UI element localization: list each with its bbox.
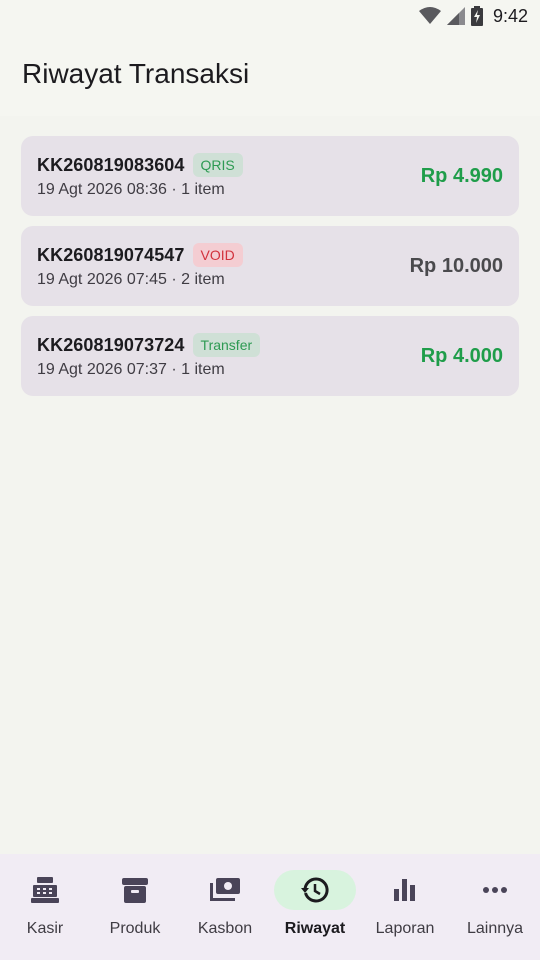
nav-label: Kasbon <box>197 920 253 937</box>
nav-icon-container <box>274 870 356 910</box>
nav-item-produk[interactable]: Produk <box>90 870 180 938</box>
archive-box-icon <box>122 878 148 903</box>
battery-charging-icon <box>470 6 483 26</box>
transaction-card[interactable]: KK260819074547 VOID 19 Agt 2026 07:45 · … <box>21 226 519 306</box>
nav-item-riwayat[interactable]: Riwayat <box>270 870 360 938</box>
app-bar: Riwayat Transaksi <box>0 32 540 116</box>
transaction-meta: 19 Agt 2026 07:37 · 1 item <box>37 361 225 378</box>
transaction-header: KK260819074547 VOID <box>37 243 243 267</box>
transaction-card[interactable]: KK260819083604 QRIS 19 Agt 2026 08:36 · … <box>21 136 519 216</box>
transaction-meta: 19 Agt 2026 08:36 · 1 item <box>37 181 225 198</box>
nav-label: Produk <box>109 920 161 937</box>
cellular-signal-icon <box>446 7 465 25</box>
transaction-header: KK260819083604 QRIS <box>37 153 243 177</box>
bottom-navigation: Kasir Produk Kasbon Riwayat Laporan Lain… <box>0 854 540 960</box>
nav-icon-container <box>364 870 446 910</box>
transaction-amount: Rp 4.990 <box>420 164 503 187</box>
transaction-amount: Rp 4.000 <box>420 344 503 367</box>
payment-method-badge: QRIS <box>192 153 243 177</box>
nav-item-kasir[interactable]: Kasir <box>0 870 90 938</box>
transaction-id: KK260819073724 <box>37 334 185 355</box>
wifi-icon <box>418 7 441 24</box>
transaction-amount: Rp 10.000 <box>409 254 503 277</box>
nav-item-lainnya[interactable]: Lainnya <box>450 870 540 938</box>
page-title: Riwayat Transaksi <box>22 58 250 89</box>
nav-icon-container <box>454 870 536 910</box>
nav-label: Riwayat <box>284 920 346 937</box>
transaction-info: KK260819083604 QRIS 19 Agt 2026 08:36 · … <box>37 153 243 199</box>
payments-icon <box>210 878 240 901</box>
nav-label: Lainnya <box>466 920 524 937</box>
payment-method-badge: Transfer <box>192 333 261 357</box>
transaction-id: KK260819074547 <box>37 244 185 265</box>
bar-chart-icon <box>394 879 415 901</box>
transaction-info: KK260819074547 VOID 19 Agt 2026 07:45 · … <box>37 243 243 289</box>
nav-label: Kasir <box>26 920 64 937</box>
transaction-card[interactable]: KK260819073724 Transfer 19 Agt 2026 07:3… <box>21 316 519 396</box>
transaction-header: KK260819073724 Transfer <box>37 333 261 357</box>
nav-item-kasbon[interactable]: Kasbon <box>180 870 270 938</box>
nav-label: Laporan <box>375 920 435 937</box>
more-horizontal-icon <box>483 887 507 893</box>
transaction-info: KK260819073724 Transfer 19 Agt 2026 07:3… <box>37 333 261 379</box>
transaction-id: KK260819083604 <box>37 154 185 175</box>
void-status-badge: VOID <box>192 243 243 267</box>
transaction-list: KK260819083604 QRIS 19 Agt 2026 08:36 · … <box>0 116 540 854</box>
nav-icon-container <box>184 870 266 910</box>
transaction-meta: 19 Agt 2026 07:45 · 2 item <box>37 271 225 288</box>
nav-item-laporan[interactable]: Laporan <box>360 870 450 938</box>
cash-register-icon <box>31 877 59 903</box>
nav-icon-container <box>94 870 176 910</box>
status-bar: 9:42 <box>0 0 540 32</box>
status-time: 9:42 <box>492 5 528 26</box>
nav-icon-container <box>4 870 86 910</box>
history-icon <box>301 877 329 903</box>
